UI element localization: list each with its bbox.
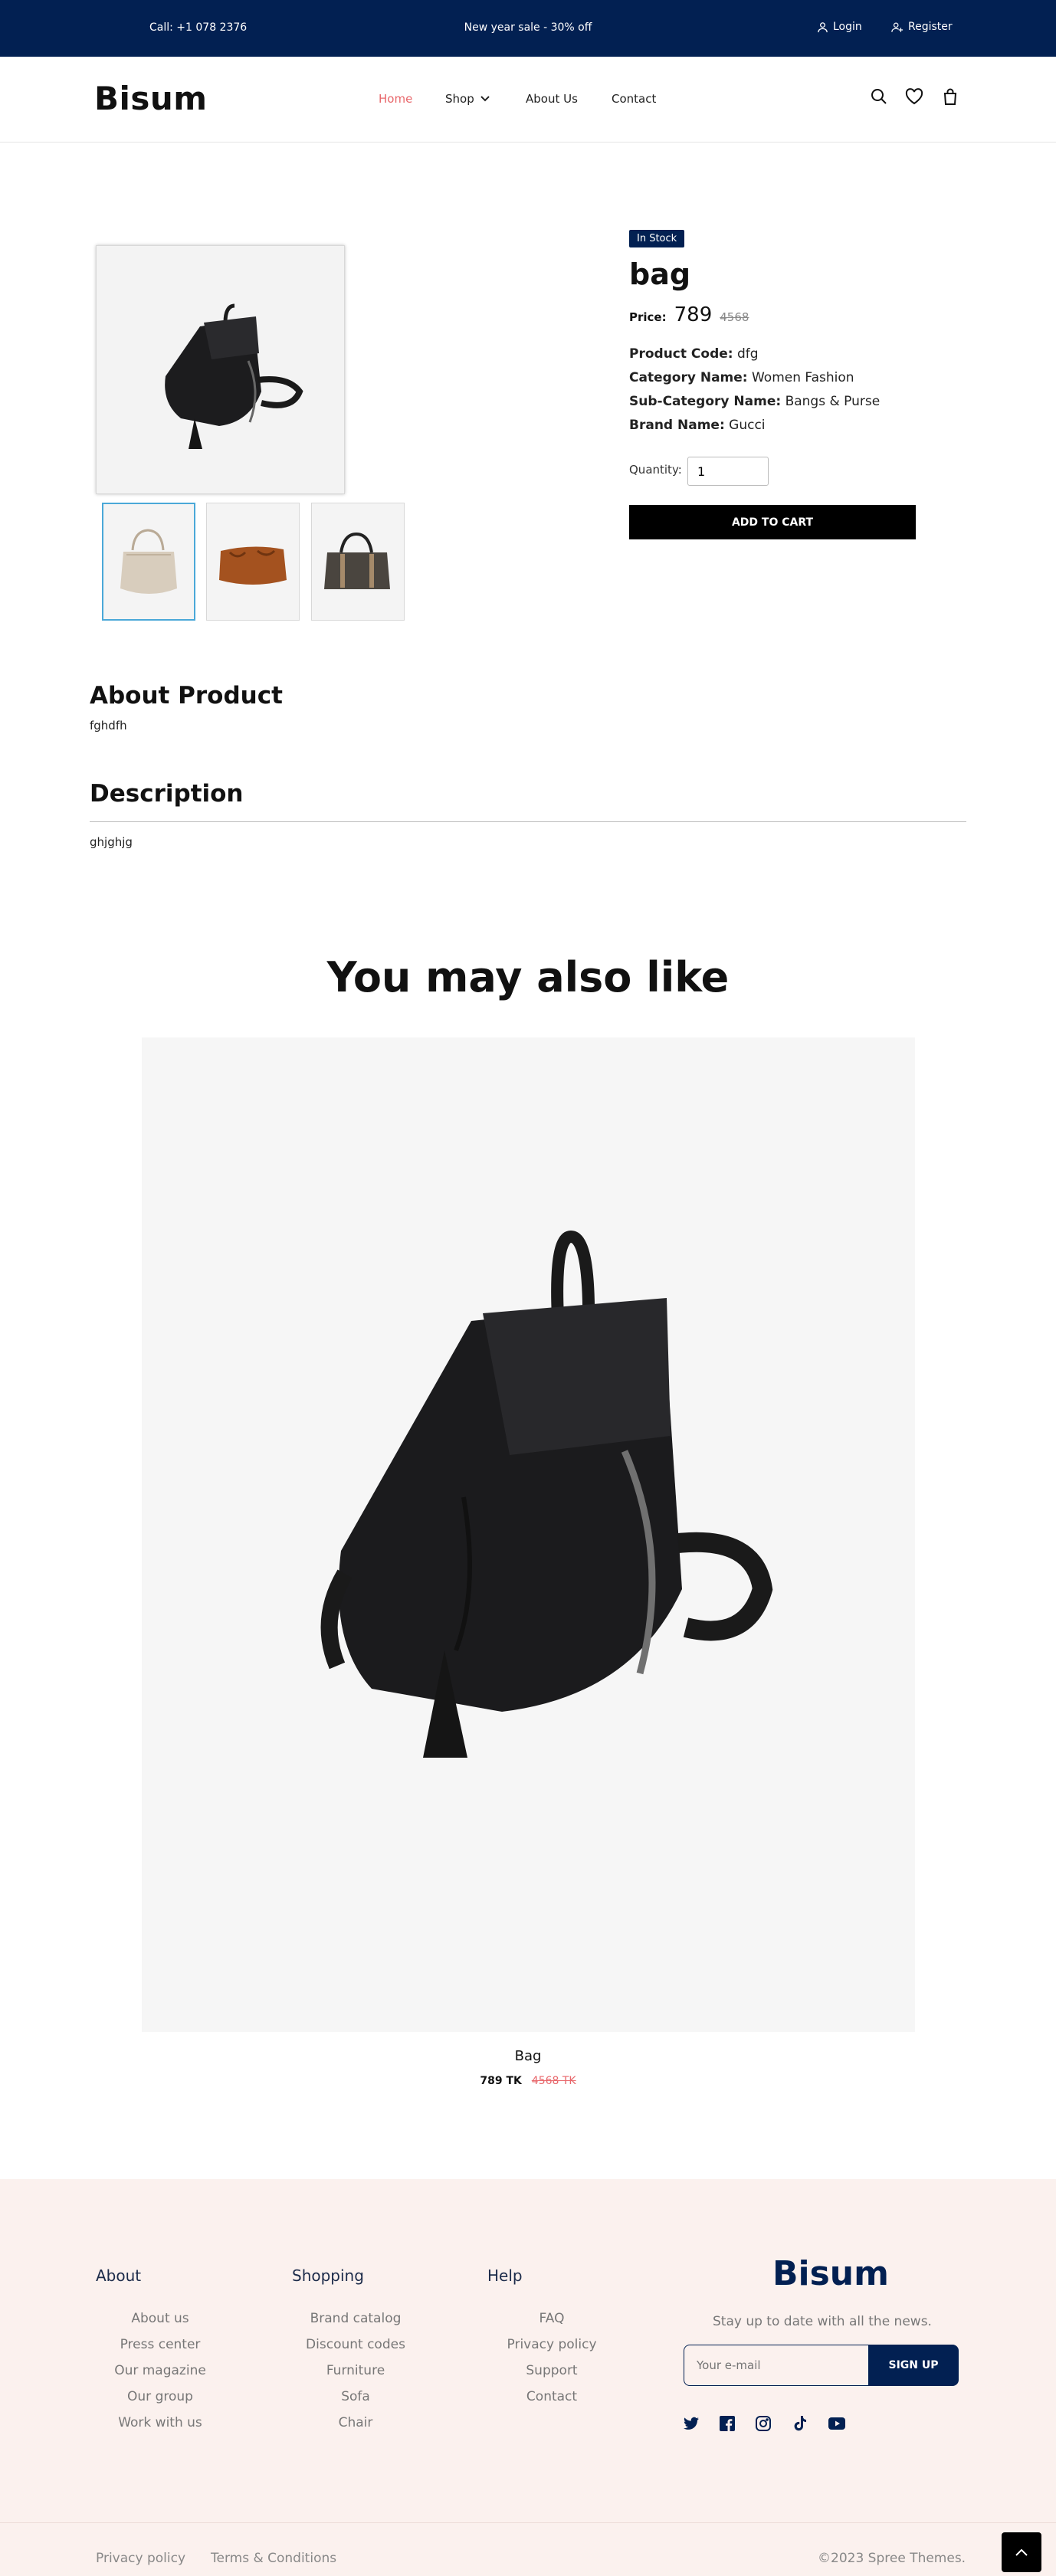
- chevron-up-icon: [1015, 2548, 1028, 2556]
- related-product-name[interactable]: Bag: [0, 2048, 1056, 2064]
- product-thumbnail[interactable]: [311, 503, 405, 621]
- sub-category: Sub-Category Name: Bangs & Purse: [629, 394, 880, 409]
- tiktok-icon[interactable]: [790, 2414, 810, 2433]
- product-code: Product Code: dfg: [629, 346, 759, 362]
- related-old-price: 4568 TK: [531, 2075, 576, 2087]
- product-title: bag: [629, 257, 691, 291]
- product-thumbnail[interactable]: [102, 503, 195, 621]
- brand-label: Brand Name:: [629, 418, 725, 433]
- footer-link[interactable]: About us: [84, 2311, 237, 2326]
- bag-icon[interactable]: [940, 86, 961, 107]
- nav-shop[interactable]: Shop: [445, 92, 490, 106]
- footer-help-heading: Help: [487, 2266, 523, 2285]
- facebook-icon[interactable]: [717, 2414, 737, 2433]
- user-plus-icon: [891, 22, 904, 32]
- youtube-icon[interactable]: [827, 2414, 847, 2433]
- footer-link[interactable]: Furniture: [279, 2363, 432, 2378]
- copyright-text: ©2023 Spree Themes.: [818, 2551, 966, 2566]
- product-main-image: [96, 245, 345, 494]
- description-text: ghjghjg: [90, 835, 133, 849]
- footer-link[interactable]: FAQ: [475, 2311, 628, 2326]
- add-to-cart-button[interactable]: ADD TO CART: [629, 505, 916, 539]
- sub-category-label: Sub-Category Name:: [629, 394, 782, 409]
- brown-bag-image: [219, 546, 287, 585]
- brand-value: Gucci: [729, 418, 766, 433]
- category-label: Category Name:: [629, 370, 748, 385]
- backpack-image: [165, 303, 303, 449]
- chevron-down-icon: [480, 96, 490, 102]
- instagram-icon[interactable]: [753, 2414, 773, 2433]
- old-price: 4568: [720, 310, 749, 324]
- price-label: Price:: [629, 310, 667, 324]
- nav-home[interactable]: Home: [379, 92, 412, 106]
- related-current-price: 789 TK: [480, 2075, 522, 2087]
- top-bar: Call: +1 078 2376 New year sale - 30% of…: [0, 0, 1056, 57]
- footer-link[interactable]: Discount codes: [279, 2337, 432, 2352]
- footer-link[interactable]: Contact: [475, 2389, 628, 2404]
- footer-logo[interactable]: Bisum: [772, 2254, 889, 2293]
- footer-link[interactable]: Brand catalog: [279, 2311, 432, 2326]
- backpack-image: [320, 1230, 773, 1758]
- footer-link[interactable]: Support: [475, 2363, 628, 2378]
- twitter-icon[interactable]: [681, 2414, 701, 2433]
- sub-category-value: Bangs & Purse: [785, 394, 881, 409]
- quantity-input[interactable]: [687, 457, 769, 486]
- login-label: Login: [833, 21, 862, 33]
- brand: Brand Name: Gucci: [629, 418, 766, 433]
- nav-about[interactable]: About Us: [526, 92, 578, 106]
- nav-contact[interactable]: Contact: [612, 92, 656, 106]
- main-header: Bisum Home Shop About Us Contact: [0, 57, 1056, 143]
- category-value: Women Fashion: [751, 370, 854, 385]
- current-price: 789: [674, 303, 713, 326]
- product-thumbnail[interactable]: [206, 503, 300, 621]
- email-field[interactable]: [684, 2345, 868, 2386]
- footer-link[interactable]: Privacy policy: [475, 2337, 628, 2352]
- related-heading: You may also like: [326, 953, 730, 1001]
- footer-link[interactable]: Chair: [279, 2415, 432, 2430]
- register-link[interactable]: Register: [891, 21, 953, 33]
- newsletter-tagline: Stay up to date with all the news.: [713, 2314, 932, 2329]
- terms-link[interactable]: Terms & Conditions: [211, 2551, 336, 2566]
- category: Category Name: Women Fashion: [629, 370, 854, 385]
- footer-link[interactable]: Our group: [84, 2389, 237, 2404]
- search-icon[interactable]: [868, 86, 890, 107]
- signup-button[interactable]: SIGN UP: [868, 2345, 959, 2386]
- related-product-card[interactable]: [142, 1037, 915, 2032]
- related-product-price: 789 TK 4568 TK: [0, 2075, 1056, 2087]
- tote-bag-image: [120, 529, 177, 594]
- footer-shopping-heading: Shopping: [292, 2266, 364, 2285]
- nav-shop-label: Shop: [445, 92, 474, 106]
- back-to-top-button[interactable]: [1002, 2532, 1041, 2572]
- login-link[interactable]: Login: [817, 21, 862, 33]
- footer-link[interactable]: Press center: [84, 2337, 237, 2352]
- quantity-label: Quantity:: [629, 463, 682, 477]
- footer-divider: [0, 2522, 1056, 2523]
- product-code-label: Product Code:: [629, 346, 733, 362]
- privacy-policy-link[interactable]: Privacy policy: [96, 2551, 185, 2566]
- description-divider: [90, 821, 966, 822]
- heart-icon[interactable]: [904, 86, 925, 107]
- price-row: Price: 789 4568: [629, 303, 749, 326]
- product-code-value: dfg: [736, 346, 759, 362]
- grey-bag-image: [324, 532, 390, 589]
- footer-link[interactable]: Work with us: [84, 2415, 237, 2430]
- register-label: Register: [908, 21, 953, 33]
- stock-badge: In Stock: [629, 230, 685, 247]
- footer-link[interactable]: Sofa: [279, 2389, 432, 2404]
- site-logo[interactable]: Bisum: [94, 80, 208, 117]
- footer-about-heading: About: [96, 2266, 142, 2285]
- about-text: fghdfh: [90, 719, 127, 732]
- footer-link[interactable]: Our magazine: [84, 2363, 237, 2378]
- user-icon: [818, 21, 828, 32]
- about-heading: About Product: [90, 682, 283, 710]
- description-heading: Description: [90, 780, 244, 808]
